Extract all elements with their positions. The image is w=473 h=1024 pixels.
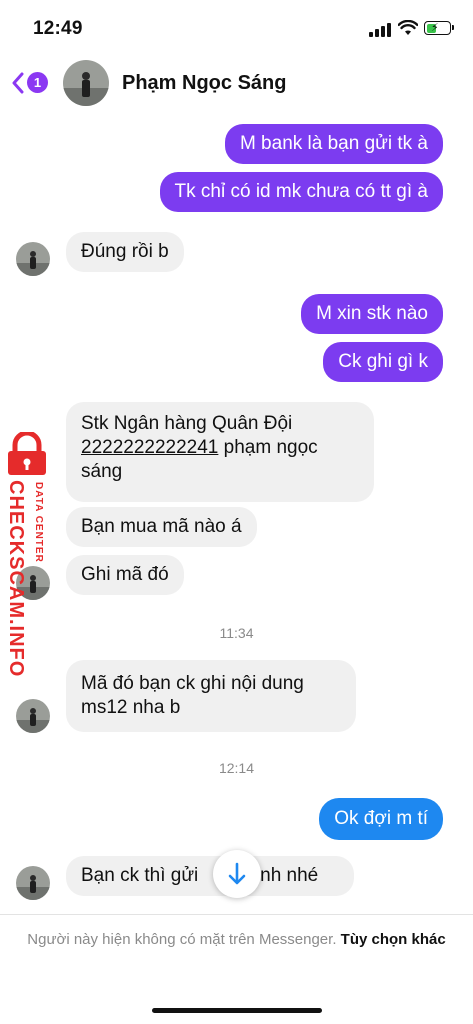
watermark-subtext: DATA CENTER: [33, 482, 44, 563]
back-chevron-icon[interactable]: [11, 72, 25, 94]
message-text: Bạn ck thì gửi: [81, 865, 199, 886]
message-line: ms12 nha b: [81, 697, 181, 718]
more-options-link[interactable]: Tùy chọn khác: [341, 931, 446, 948]
message-bubble-incoming[interactable]: Ghi mã đó: [66, 555, 184, 595]
watermark-text: CHECKSCAM.INFO: [5, 480, 27, 678]
conversation-header: 1 Phạm Ngọc Sáng: [0, 52, 473, 114]
message-line: Stk Ngân hàng Quân Đội: [81, 413, 293, 434]
wifi-icon: [398, 20, 418, 35]
contact-avatar[interactable]: [63, 60, 109, 106]
message-bubble-incoming[interactable]: Đúng rồi b: [66, 232, 184, 272]
contact-avatar-small[interactable]: [16, 699, 50, 733]
message-list[interactable]: M bank là bạn gửi tk à Tk chỉ có id mk c…: [0, 114, 473, 914]
message-bubble-outgoing[interactable]: M bank là bạn gửi tk à: [224, 124, 443, 164]
status-time: 12:49: [33, 18, 83, 39]
message-bubble-outgoing[interactable]: Ok đợi m tí: [319, 798, 443, 840]
battery-icon: ⚡: [424, 21, 454, 35]
watermark: CHECKSCAM.INFO DATA CENTER: [2, 432, 52, 678]
message-text: phạm ngọc: [218, 437, 318, 458]
message-bubble-incoming[interactable]: Stk Ngân hàng Quân Đội 2222222222241 phạ…: [66, 402, 374, 502]
message-bubble-incoming[interactable]: Bạn ck thì gửi hình nhé: [66, 856, 354, 896]
arrow-down-icon: [228, 862, 246, 885]
inactive-notice-text: Người này hiện không có mặt trên Messeng…: [27, 931, 337, 948]
message-line: Mã đó bạn ck ghi nội dung: [81, 673, 304, 694]
footer-divider: [0, 914, 473, 915]
timestamp: 12:14: [218, 760, 255, 776]
message-line: 2222222222241 phạm ngọc: [81, 436, 359, 460]
message-bubble-outgoing[interactable]: M xin stk nào: [301, 294, 443, 334]
account-number-link[interactable]: 2222222222241: [81, 437, 218, 458]
message-bubble-incoming[interactable]: Mã đó bạn ck ghi nội dung ms12 nha b: [66, 660, 356, 732]
inactive-notice: Người này hiện không có mặt trên Messeng…: [20, 929, 453, 951]
timestamp: 11:34: [219, 625, 254, 641]
message-line: sáng: [81, 461, 123, 482]
contact-name[interactable]: Phạm Ngọc Sáng: [122, 72, 286, 95]
unread-count-badge[interactable]: 1: [27, 72, 48, 93]
contact-avatar-small[interactable]: [16, 866, 50, 900]
contact-avatar-small[interactable]: [16, 242, 50, 276]
status-bar: 12:49 ⚡: [0, 0, 473, 52]
scroll-to-bottom-button[interactable]: [213, 850, 261, 898]
lock-icon: [8, 432, 46, 475]
signal-icon: [369, 23, 393, 37]
home-indicator[interactable]: [152, 1008, 322, 1013]
message-bubble-outgoing[interactable]: Tk chỉ có id mk chưa có tt gì à: [159, 172, 443, 212]
message-bubble-outgoing[interactable]: Ck ghi gì k: [323, 342, 443, 382]
message-bubble-incoming[interactable]: Bạn mua mã nào á: [66, 507, 257, 547]
